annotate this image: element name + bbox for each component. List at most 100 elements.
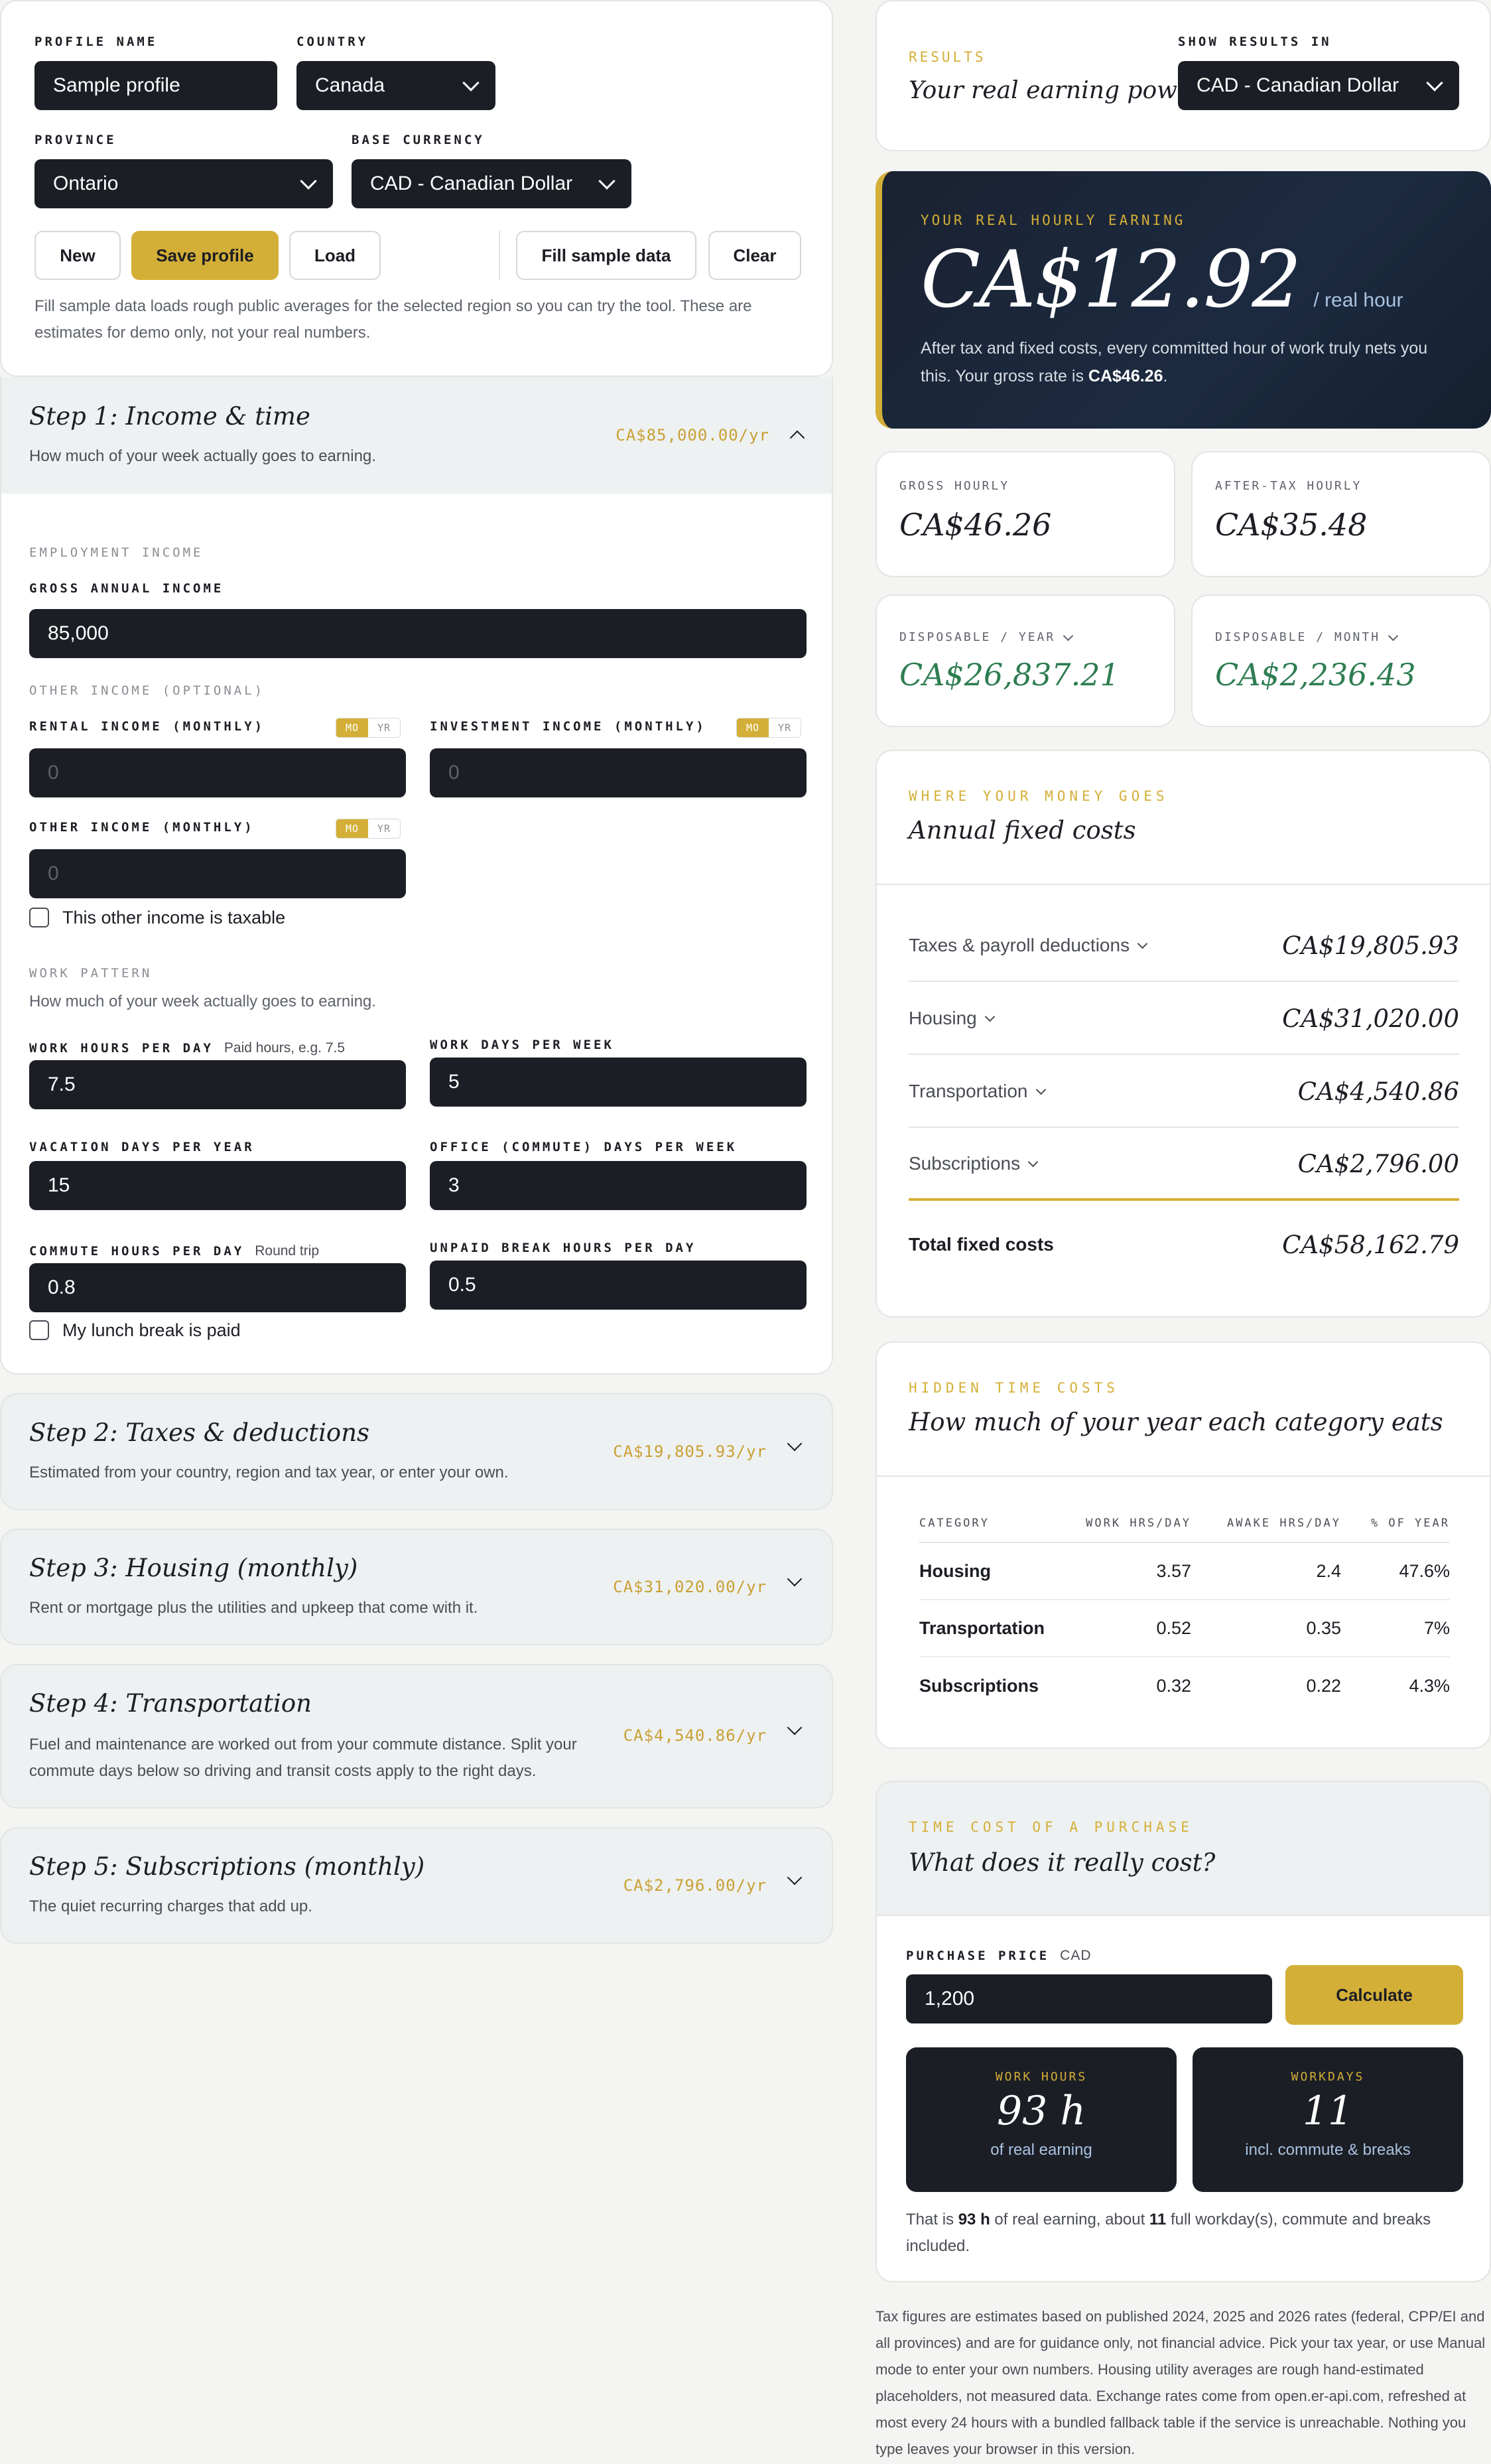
commute-hours-input[interactable]: 0.8 [29, 1263, 406, 1312]
fixed-total-value: CA$58,162.79 [1282, 1230, 1459, 1259]
province-select[interactable]: Ontario [34, 159, 333, 208]
profile-name-input[interactable]: Sample profile [34, 61, 277, 110]
fixed-row-subscriptions[interactable]: Subscriptions CA$2,796.00 [909, 1129, 1459, 1201]
chevron-down-icon [1035, 1084, 1046, 1095]
work-hours-label-text: Work hours per day [29, 1041, 214, 1056]
unpaid-break-value: 0.5 [448, 1274, 476, 1296]
chevron-down-icon[interactable] [787, 1571, 803, 1587]
chevron-down-icon [598, 172, 616, 190]
taxable-checkbox[interactable] [29, 908, 49, 927]
chevron-down-icon[interactable] [787, 1720, 803, 1736]
other-income-input[interactable]: 0 [29, 849, 406, 898]
profile-card: Profile name Sample profile Country Cana… [0, 0, 833, 377]
step3-card[interactable]: Step 3: Housing (monthly) Rent or mortga… [0, 1529, 833, 1645]
chevron-down-icon[interactable] [1388, 630, 1399, 641]
toggle-mo[interactable]: MO [336, 719, 368, 737]
purchase-price-input[interactable]: 1,200 [906, 1974, 1272, 2023]
step5-card[interactable]: Step 5: Subscriptions (monthly) The quie… [0, 1827, 833, 1944]
investment-income-input[interactable]: 0 [430, 748, 807, 797]
load-button[interactable]: Load [289, 231, 381, 280]
step1-amount: CA$85,000.00/yr [616, 426, 769, 445]
show-results-select[interactable]: CAD - Canadian Dollar [1178, 61, 1459, 110]
investment-income-value: 0 [448, 762, 460, 784]
real-hourly-hero: Your real hourly earning CA$12.92 / real… [875, 171, 1491, 429]
clear-button[interactable]: Clear [708, 231, 801, 280]
show-results-label: Show results in [1178, 34, 1332, 49]
fixed-row-taxes[interactable]: Taxes & payroll deductions CA$19,805.93 [909, 910, 1459, 982]
purchase-header: Time cost of a purchase What does it rea… [877, 1782, 1490, 1916]
chevron-down-icon[interactable] [1063, 630, 1074, 641]
vacation-days-value: 15 [48, 1174, 70, 1196]
unpaid-break-input[interactable]: 0.5 [430, 1261, 807, 1310]
disposable-year-card[interactable]: Disposable / year CA$26,837.21 [875, 594, 1175, 727]
toggle-yr[interactable]: YR [769, 719, 801, 737]
purchase-eyebrow: Time cost of a purchase [909, 1819, 1193, 1835]
save-profile-button[interactable]: Save profile [131, 231, 279, 280]
chevron-down-icon [984, 1011, 996, 1022]
fixed-housing-label: Housing [909, 1008, 977, 1028]
fixed-row-label: Housing [909, 1008, 996, 1029]
step1-header[interactable]: Step 1: Income & time How much of your w… [1, 377, 832, 494]
fixed-transportation-label: Transportation [909, 1081, 1028, 1101]
fill-sample-button[interactable]: Fill sample data [516, 231, 696, 280]
rental-income-input[interactable]: 0 [29, 748, 406, 797]
row-awake-hrs: 0.35 [1306, 1617, 1341, 1638]
rental-period-toggle[interactable]: MO YR [336, 718, 401, 738]
fixed-row-transportation[interactable]: Transportation CA$4,540.86 [909, 1056, 1459, 1128]
toggle-mo[interactable]: MO [336, 819, 368, 838]
purchase-price-label: Purchase price CAD [906, 1948, 1092, 1964]
toggle-yr[interactable]: YR [368, 719, 400, 737]
commute-hours-label-text: Commute hours per day [29, 1244, 245, 1259]
vacation-days-input[interactable]: 15 [29, 1161, 406, 1210]
fixed-row-label: Transportation [909, 1081, 1046, 1102]
disposable-month-card[interactable]: Disposable / month CA$2,236.43 [1191, 594, 1491, 727]
hidden-time-card: Hidden time costs How much of your year … [875, 1341, 1491, 1749]
fixed-row-housing[interactable]: Housing CA$31,020.00 [909, 983, 1459, 1055]
chevron-down-icon[interactable] [787, 1870, 803, 1885]
step5-title: Step 5: Subscriptions (monthly) [29, 1852, 425, 1881]
toggle-mo[interactable]: MO [737, 719, 769, 737]
disclaimer: Tax figures are estimates based on publi… [875, 2308, 1486, 2457]
toggle-yr[interactable]: YR [368, 819, 400, 838]
work-hours-result-sub: of real earning [990, 2141, 1092, 2159]
work-hours-input[interactable]: 7.5 [29, 1060, 406, 1109]
new-button[interactable]: New [34, 231, 121, 280]
workdays-result-sub: incl. commute & breaks [1245, 2141, 1411, 2159]
calculate-button[interactable]: Calculate [1285, 1965, 1463, 2025]
table-header: Category Work hrs/day Awake hrs/day % of… [919, 1517, 1450, 1543]
step4-card[interactable]: Step 4: Transportation Fuel and maintena… [0, 1664, 833, 1809]
work-hours-result-value: 93 h [996, 2088, 1086, 2134]
other-period-toggle[interactable]: MO YR [336, 819, 401, 839]
hidden-eyebrow: Hidden time costs [909, 1380, 1119, 1396]
investment-period-toggle[interactable]: MO YR [736, 718, 801, 738]
chevron-down-icon [300, 172, 317, 190]
fixed-costs-card: Where your money goes Annual fixed costs… [875, 750, 1491, 1318]
summary-days: 11 [1149, 2211, 1167, 2228]
gross-income-input[interactable]: 85,000 [29, 609, 807, 658]
step2-amount: CA$19,805.93/yr [613, 1442, 767, 1461]
fixed-total-label: Total fixed costs [909, 1234, 1054, 1255]
after-tax-hourly-label: After-tax hourly [1215, 479, 1362, 493]
work-pattern-section-label: Work pattern [29, 966, 153, 981]
work-hours-result: Work hours 93 h of real earning [906, 2047, 1177, 2192]
lunch-paid-checkbox[interactable] [29, 1320, 49, 1340]
summary-text: of real earning, about [990, 2211, 1149, 2228]
country-select[interactable]: Canada [296, 61, 495, 110]
hero-value: CA$12.92 [921, 234, 1301, 325]
step1-title: Step 1: Income & time [29, 402, 310, 431]
row-work-hrs: 0.52 [1156, 1617, 1191, 1638]
work-days-input[interactable]: 5 [430, 1058, 807, 1107]
row-awake-hrs: 0.22 [1306, 1675, 1341, 1696]
base-currency-select[interactable]: CAD - Canadian Dollar [352, 159, 631, 208]
divider [877, 1475, 1490, 1477]
fixed-row-label: Subscriptions [909, 1153, 1039, 1174]
table-row: Subscriptions 0.32 0.22 4.3% [919, 1657, 1450, 1714]
step1-subtitle: How much of your week actually goes to e… [29, 447, 376, 465]
step2-card[interactable]: Step 2: Taxes & deductions Estimated fro… [0, 1393, 833, 1510]
results-title: Your real earning power [909, 77, 1203, 104]
province-label: Province [34, 133, 117, 147]
step5-amount: CA$2,796.00/yr [623, 1876, 767, 1895]
chevron-up-icon[interactable] [789, 430, 805, 446]
office-days-input[interactable]: 3 [430, 1161, 807, 1210]
chevron-down-icon[interactable] [787, 1436, 803, 1452]
